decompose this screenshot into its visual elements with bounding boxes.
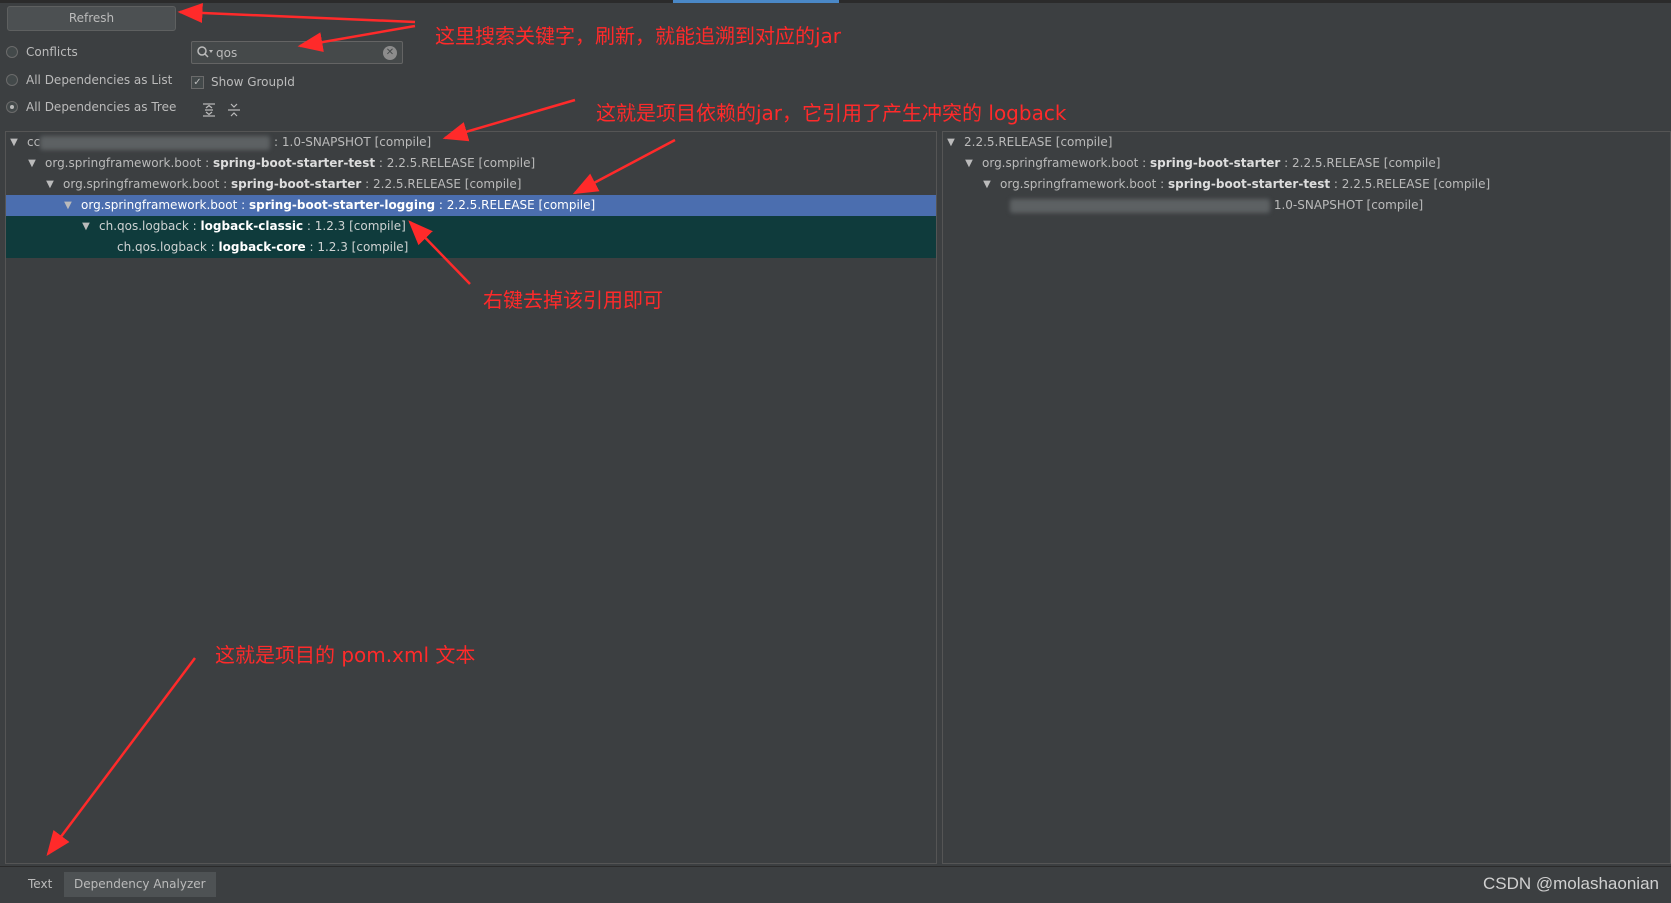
version: 1.0-SNAPSHOT [compile]	[1273, 198, 1424, 212]
arrow-to-refresh	[177, 2, 416, 24]
tree-row-match[interactable]: ▼ ch.qos.logback : logback-classic : 1.2…	[6, 216, 936, 237]
refresh-button[interactable]: Refresh	[7, 6, 176, 31]
tree-row-root[interactable]: ▼ cc : 1.0-SNAPSHOT [compile]	[6, 132, 936, 153]
tree-row[interactable]: 1.0-SNAPSHOT [compile]	[943, 195, 1670, 216]
expand-toggle-icon[interactable]: ▼	[963, 153, 975, 174]
group-id: org.springframework.boot :	[45, 156, 213, 170]
annotation-exclude-hint: 右键去掉该引用即可	[483, 288, 663, 312]
tree-label: All Dependencies as Tree	[26, 100, 177, 114]
collapse-all-icon[interactable]	[226, 102, 242, 118]
tree-row-root[interactable]: ▼ 2.2.5.RELEASE [compile]	[943, 132, 1670, 153]
artifact-id: spring-boot-starter-test	[212, 156, 376, 170]
group-id: org.springframework.boot :	[63, 177, 231, 191]
artifact-id: logback-core	[218, 240, 306, 254]
conflicts-label: Conflicts	[26, 45, 78, 59]
expand-toggle-icon[interactable]: ▼	[8, 132, 20, 153]
tree-row[interactable]: ▼ org.springframework.boot : spring-boot…	[6, 153, 936, 174]
group-id: ch.qos.logback :	[117, 240, 219, 254]
artifact-id: spring-boot-starter-logging	[248, 198, 436, 212]
tree-radio[interactable]	[6, 101, 18, 113]
expand-toggle-icon[interactable]: ▼	[945, 132, 957, 153]
tree-row-text: org.springframework.boot : spring-boot-s…	[982, 153, 1440, 174]
tree-row[interactable]: ▼ org.springframework.boot : spring-boot…	[943, 174, 1670, 195]
tree-row-text: org.springframework.boot : spring-boot-s…	[63, 174, 521, 195]
view-mode-list[interactable]: All Dependencies as List	[6, 70, 172, 90]
active-tab-indicator	[673, 0, 839, 3]
list-radio[interactable]	[6, 74, 18, 86]
group-id: org.springframework.boot :	[982, 156, 1150, 170]
artifact-id: spring-boot-starter	[1149, 156, 1281, 170]
tree-row-text: org.springframework.boot : spring-boot-s…	[81, 195, 595, 216]
conflicts-radio[interactable]	[6, 46, 18, 58]
tree-row-text: cc : 1.0-SNAPSHOT [compile]	[27, 132, 431, 153]
expand-all-icon[interactable]	[201, 102, 217, 118]
tab-dependency-analyzer[interactable]: Dependency Analyzer	[64, 872, 216, 897]
version: : 2.2.5.RELEASE [compile]	[1330, 177, 1491, 191]
view-mode-tree[interactable]: All Dependencies as Tree	[6, 97, 176, 117]
csdn-watermark: CSDN @molashaonian	[1482, 874, 1659, 893]
artifact-id: spring-boot-starter	[230, 177, 362, 191]
tree-row-selected[interactable]: ▼ org.springframework.boot : spring-boot…	[6, 195, 936, 216]
usages-tree-panel[interactable]: ▼ 2.2.5.RELEASE [compile] ▼ org.springfr…	[942, 131, 1671, 864]
version: : 1.2.3 [compile]	[303, 219, 406, 233]
tree-row[interactable]: ▼ org.springframework.boot : spring-boot…	[6, 174, 936, 195]
tree-row-text: ch.qos.logback : logback-core : 1.2.3 [c…	[117, 237, 408, 258]
editor-bottom-tabs: Text Dependency Analyzer CSDN @molashaon…	[0, 866, 1671, 903]
search-field[interactable]: ✕	[191, 41, 403, 64]
view-mode-conflicts[interactable]: Conflicts	[6, 42, 78, 62]
expand-toggle-icon[interactable]: ▼	[44, 174, 56, 195]
annotation-project-dep-hint: 这就是项目依赖的jar，它引用了产生冲突的 logback	[596, 101, 1067, 125]
tree-row-text: 1.0-SNAPSHOT [compile]	[1010, 195, 1423, 216]
group-id: org.springframework.boot :	[1000, 177, 1168, 191]
search-input[interactable]	[216, 44, 376, 61]
expand-toggle-icon[interactable]: ▼	[62, 195, 74, 216]
version: : 2.2.5.RELEASE [compile]	[375, 156, 536, 170]
expand-toggle-icon[interactable]: ▼	[26, 153, 38, 174]
version: 2.2.5.RELEASE [compile]	[964, 135, 1113, 149]
clear-search-icon[interactable]: ✕	[383, 46, 397, 60]
search-icon[interactable]	[196, 45, 214, 61]
group-id: cc	[27, 135, 41, 149]
tree-row[interactable]: ▼ org.springframework.boot : spring-boot…	[943, 153, 1670, 174]
tree-row-match[interactable]: ch.qos.logback : logback-core : 1.2.3 [c…	[6, 237, 936, 258]
group-id: ch.qos.logback :	[99, 219, 201, 233]
show-group-id-checkbox[interactable]: ✓	[191, 75, 204, 89]
group-id: org.springframework.boot :	[81, 198, 249, 212]
show-group-id-label: Show GroupId	[211, 75, 295, 89]
version: : 1.0-SNAPSHOT [compile]	[274, 135, 432, 149]
version: : 2.2.5.RELEASE [compile]	[361, 177, 522, 191]
redacted-blur	[40, 135, 271, 150]
tree-row-text: 2.2.5.RELEASE [compile]	[964, 132, 1112, 153]
dependency-tree-panel[interactable]: ▼ cc : 1.0-SNAPSHOT [compile] ▼ org.spri…	[5, 131, 937, 864]
artifact-id: spring-boot-starter-test	[1167, 177, 1331, 191]
show-group-id-option[interactable]: ✓ Show GroupId	[191, 73, 295, 91]
annotation-search-hint: 这里搜索关键字，刷新，就能追溯到对应的jar	[435, 24, 842, 48]
version: : 1.2.3 [compile]	[305, 240, 409, 254]
top-tab-strip	[0, 0, 1671, 3]
tree-row-text: org.springframework.boot : spring-boot-s…	[45, 153, 535, 174]
redacted-blur	[1010, 198, 1270, 213]
expand-toggle-icon[interactable]: ▼	[981, 174, 993, 195]
version: : 2.2.5.RELEASE [compile]	[1280, 156, 1441, 170]
expand-toggle-icon[interactable]: ▼	[80, 216, 92, 237]
version: : 2.2.5.RELEASE [compile]	[435, 198, 596, 212]
tree-row-text: org.springframework.boot : spring-boot-s…	[1000, 174, 1490, 195]
list-label: All Dependencies as List	[26, 73, 173, 87]
tree-row-text: ch.qos.logback : logback-classic : 1.2.3…	[99, 216, 406, 237]
artifact-id: logback-classic	[200, 219, 304, 233]
annotation-pom-hint: 这就是项目的 pom.xml 文本	[215, 643, 476, 667]
tab-text[interactable]: Text	[18, 872, 62, 897]
